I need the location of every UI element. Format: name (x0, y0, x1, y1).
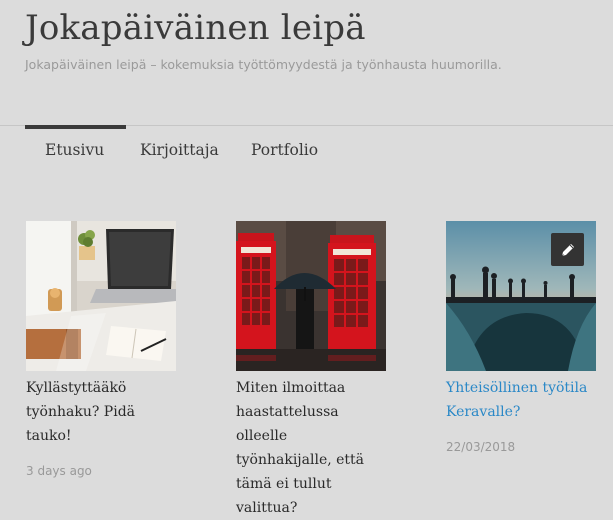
post-title-1[interactable]: Kyllästyttääkö työnhaku? Pidä tauko! (26, 376, 176, 448)
site-description: Jokapäiväinen leipä – kokemuksia työttöm… (25, 57, 502, 72)
main-nav: Etusivu Kirjoittaja Portfolio (24, 125, 613, 175)
phone-booths-image (236, 221, 386, 371)
post-title-2[interactable]: Miten ilmoittaa haastattelussa olleelle … (236, 376, 386, 520)
post-thumbnail-1[interactable] (26, 221, 176, 371)
post-card-2: Miten ilmoittaa haastattelussa olleelle … (236, 221, 386, 520)
nav-item-kirjoittaja[interactable]: Kirjoittaja (140, 125, 219, 175)
site-title[interactable]: Jokapäiväinen leipä (25, 8, 366, 48)
pencil-icon (561, 243, 574, 256)
post-thumbnail-2[interactable] (236, 221, 386, 371)
post-date-3: 22/03/2018 (446, 440, 516, 454)
post-date-1: 3 days ago (26, 464, 92, 478)
laptop-desk-image (26, 221, 176, 371)
post-card-1: Kyllästyttääkö työnhaku? Pidä tauko! 3 d… (26, 221, 176, 478)
edit-button[interactable] (551, 233, 584, 266)
nav-item-etusivu[interactable]: Etusivu (24, 125, 127, 175)
nav-item-portfolio[interactable]: Portfolio (251, 125, 318, 175)
post-title-3[interactable]: Yhteisöllinen työtila Keravalle? (446, 376, 596, 424)
